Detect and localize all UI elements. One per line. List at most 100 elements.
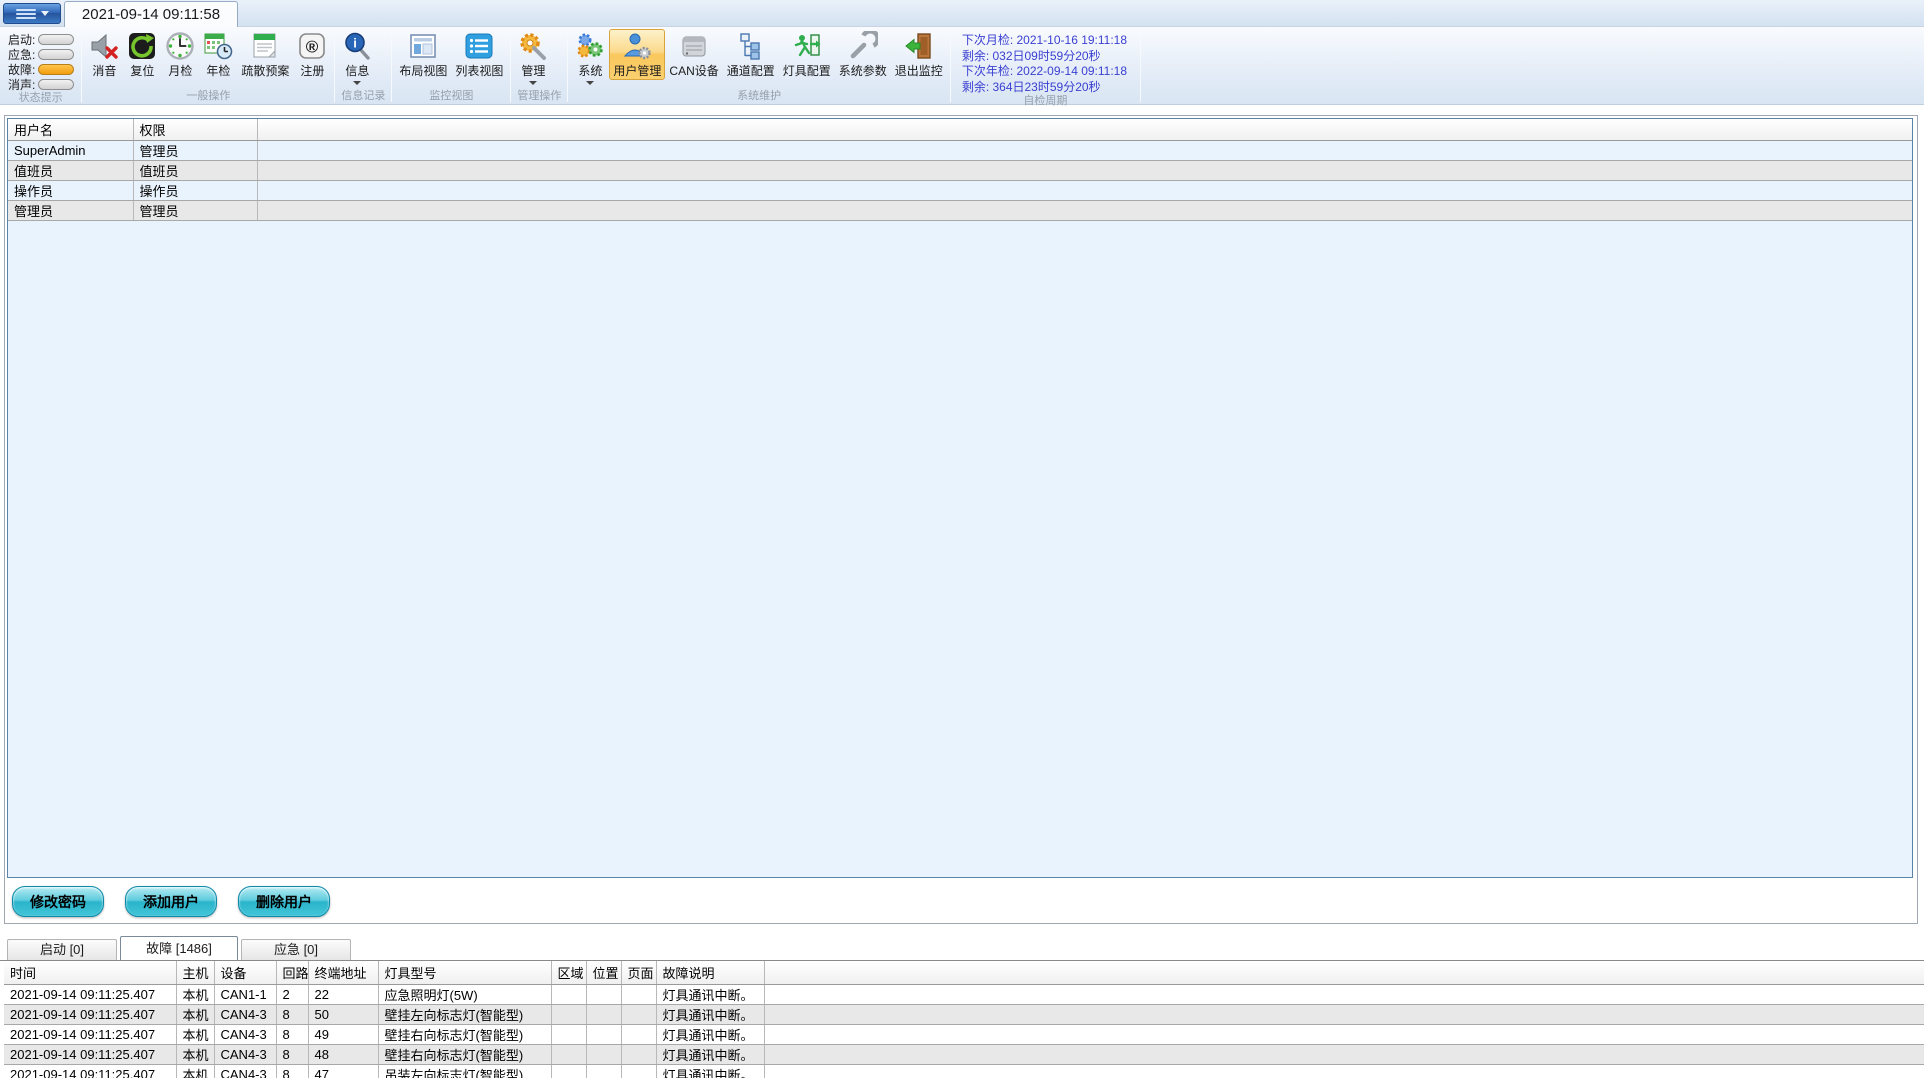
column-header-host[interactable]: 主机 [176,961,214,984]
column-header-permission[interactable]: 权限 [133,119,257,140]
table-row[interactable]: SuperAdmin管理员 [8,140,1912,160]
table-cell [764,1004,1924,1024]
column-header-zone[interactable]: 区域 [551,961,586,984]
next-annual-check: 下次年检: 2022-09-14 09:11:18 [962,64,1127,80]
table-cell: 2021-09-14 09:11:25.407 [4,1064,176,1078]
list-view-button[interactable]: 列表视图 [451,29,507,80]
tab-start-log[interactable]: 启动 [0] [7,939,117,960]
evacuation-plan-button[interactable]: 疏散预案 [237,29,293,80]
register-button[interactable]: ® 注册 [293,29,331,80]
ribbon: 启动: 应急: 故障: 消声: 状态提示 [0,27,1924,105]
table-cell [257,200,1912,220]
table-cell: 壁挂右向标志灯(智能型) [378,1024,551,1044]
table-cell: 管理员 [8,200,133,220]
datetime-tab[interactable]: 2021-09-14 09:11:58 [64,1,238,27]
table-row[interactable]: 管理员管理员 [8,200,1912,220]
exit-monitor-button[interactable]: 退出监控 [891,29,947,80]
table-cell [621,1024,656,1044]
column-header-username[interactable]: 用户名 [8,119,133,140]
column-header-fault-description[interactable]: 故障说明 [656,961,764,984]
column-header-filler [257,119,1912,140]
user-action-buttons: 修改密码 添加用户 删除用户 [12,886,330,917]
column-header-lamp-model[interactable]: 灯具型号 [378,961,551,984]
button-label: 年检 [206,62,230,79]
button-label: 复位 [130,62,154,79]
column-header-location[interactable]: 位置 [586,961,621,984]
table-cell [621,1044,656,1064]
lamp-config-icon [792,31,822,61]
table-cell: 值班员 [133,160,257,180]
table-row[interactable]: 2021-09-14 09:11:25.407本机CAN4-3849壁挂右向标志… [4,1024,1924,1044]
log-tabbar: 启动 [0] 故障 [1486] 应急 [0] [0,935,1924,960]
system-params-button[interactable]: 系统参数 [835,29,891,80]
table-row[interactable]: 2021-09-14 09:11:25.407本机CAN4-3847吊装左向标志… [4,1064,1924,1078]
table-cell: 本机 [176,1004,214,1024]
exit-monitor-icon [904,31,934,61]
table-cell [764,1064,1924,1078]
monthly-check-button[interactable]: 月检 [161,29,199,80]
annual-check-button[interactable]: 年检 [199,29,237,80]
table-cell [586,1064,621,1078]
chevron-down-icon [41,11,49,16]
table-cell [764,1024,1924,1044]
group-label-selfcheck: 自检周期 [951,95,1140,108]
evacuation-plan-icon [250,31,280,61]
info-button[interactable]: i 信息 [338,29,376,86]
change-password-button[interactable]: 修改密码 [12,886,104,917]
status-pill-mute [38,79,74,90]
selfcheck-panel: 下次月检: 2021-10-16 19:11:18 剩余: 032日09时59分… [954,29,1137,95]
table-cell: 2021-09-14 09:11:25.407 [4,1044,176,1064]
column-header-terminal-address[interactable]: 终端地址 [308,961,378,984]
ribbon-group-info: i 信息 信息记录 [335,27,391,104]
manage-button[interactable]: 管理 [514,29,552,86]
table-cell: CAN4-3 [214,1004,276,1024]
list-view-icon [464,31,494,61]
table-cell [621,984,656,1004]
user-table-viewport: 用户名 权限 SuperAdmin管理员值班员值班员操作员操作员管理员管理员 [7,118,1913,878]
system-button[interactable]: 系统 [571,29,609,86]
mute-button[interactable]: 消音 [85,29,123,80]
table-row[interactable]: 2021-09-14 09:11:25.407本机CAN4-3850壁挂左向标志… [4,1004,1924,1024]
channel-config-button[interactable]: 通道配置 [723,29,779,80]
ribbon-group-maintain: 系统 用户管理 CAN设备 [568,27,949,104]
column-header-loop[interactable]: 回路 [276,961,308,984]
column-header-time[interactable]: 时间 [4,961,176,984]
reset-button[interactable]: 复位 [123,29,161,80]
table-row[interactable]: 2021-09-14 09:11:25.407本机CAN4-3848壁挂右向标志… [4,1044,1924,1064]
column-header-page[interactable]: 页面 [621,961,656,984]
status-row-mute: 消声: [8,77,74,92]
layout-view-button[interactable]: 布局视图 [395,29,451,80]
can-device-icon [679,31,709,61]
table-row[interactable]: 操作员操作员 [8,180,1912,200]
add-user-button[interactable]: 添加用户 [125,886,217,917]
group-label-general: 一般操作 [82,90,334,104]
table-cell: CAN4-3 [214,1044,276,1064]
table-cell [586,984,621,1004]
table-row[interactable]: 2021-09-14 09:11:25.407本机CAN1-1222应急照明灯(… [4,984,1924,1004]
table-cell: 管理员 [133,140,257,160]
column-header-device[interactable]: 设备 [214,961,276,984]
application-menu-button[interactable] [3,3,61,24]
table-row[interactable]: 值班员值班员 [8,160,1912,180]
button-label: 月检 [168,62,192,79]
table-cell: CAN1-1 [214,984,276,1004]
system-icon [575,31,605,61]
table-cell: 22 [308,984,378,1004]
button-label: 通道配置 [727,62,775,79]
manage-icon [518,31,548,61]
button-label: 列表视图 [455,62,503,79]
can-device-button[interactable]: CAN设备 [665,29,722,80]
titlebar: 2021-09-14 09:11:58 [0,0,1924,27]
system-params-icon [848,31,878,61]
table-cell: 8 [276,1004,308,1024]
fault-table: 时间 主机 设备 回路 终端地址 灯具型号 区域 位置 页面 故障说明 2021… [4,961,1924,1078]
delete-user-button[interactable]: 删除用户 [238,886,330,917]
tab-emergency-log[interactable]: 应急 [0] [241,939,351,960]
lamp-config-button[interactable]: 灯具配置 [779,29,835,80]
user-manage-button[interactable]: 用户管理 [609,29,665,80]
status-row-start: 启动: [8,32,74,47]
menu-icon [16,9,36,19]
tab-fault-log[interactable]: 故障 [1486] [120,936,238,960]
table-cell: 灯具通讯中断。 [656,1024,764,1044]
group-label-manage: 管理操作 [511,90,567,104]
